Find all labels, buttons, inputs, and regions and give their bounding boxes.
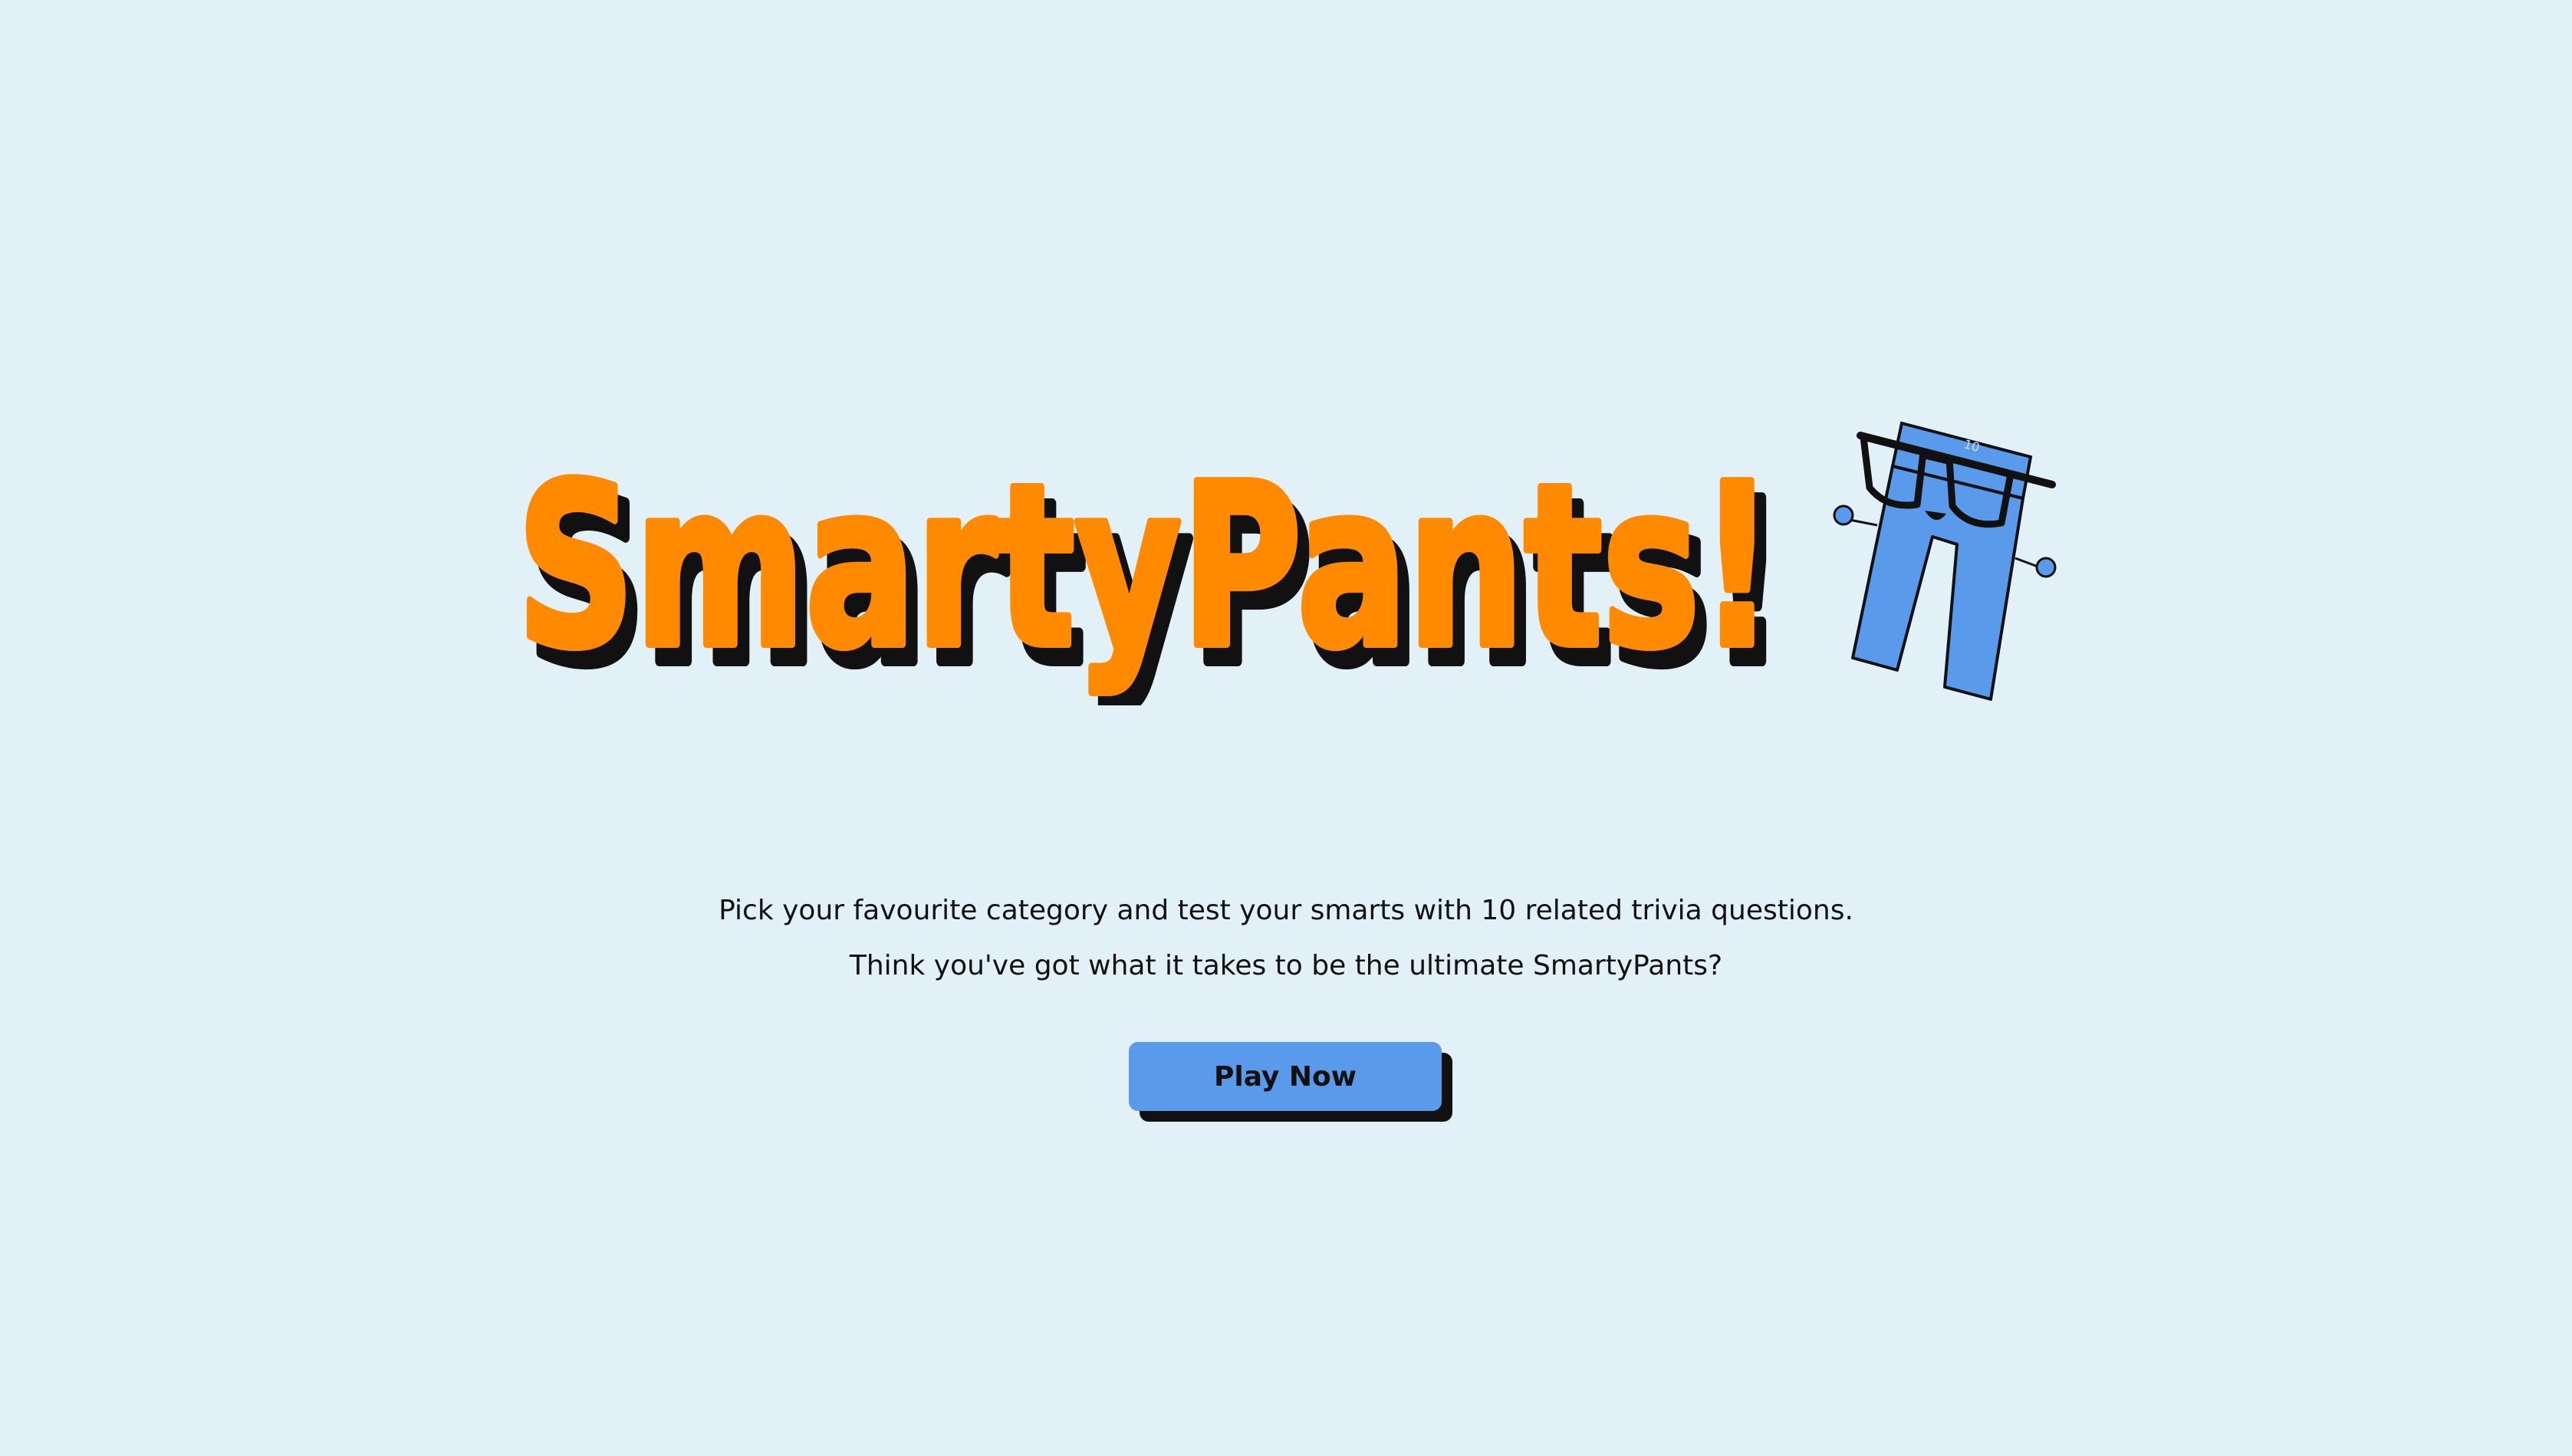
pants-mascot-with-glasses-icon: 10 [1833, 421, 2057, 701]
tagline-line-1: Pick your favourite category and test yo… [719, 895, 1853, 926]
logo-title: SmartyPants! SmartyPants! [513, 432, 1791, 705]
play-button-container: Play Now [1129, 1042, 1454, 1126]
play-now-button[interactable]: Play Now [1129, 1042, 1442, 1111]
landing-hero: SmartyPants! SmartyPants! 10 Pick your f [0, 0, 2572, 1456]
logo-title-text: SmartyPants! [517, 436, 1774, 697]
logo: SmartyPants! SmartyPants! 10 [506, 414, 2086, 721]
tagline-line-2: Think you've got what it takes to be the… [849, 950, 1723, 981]
